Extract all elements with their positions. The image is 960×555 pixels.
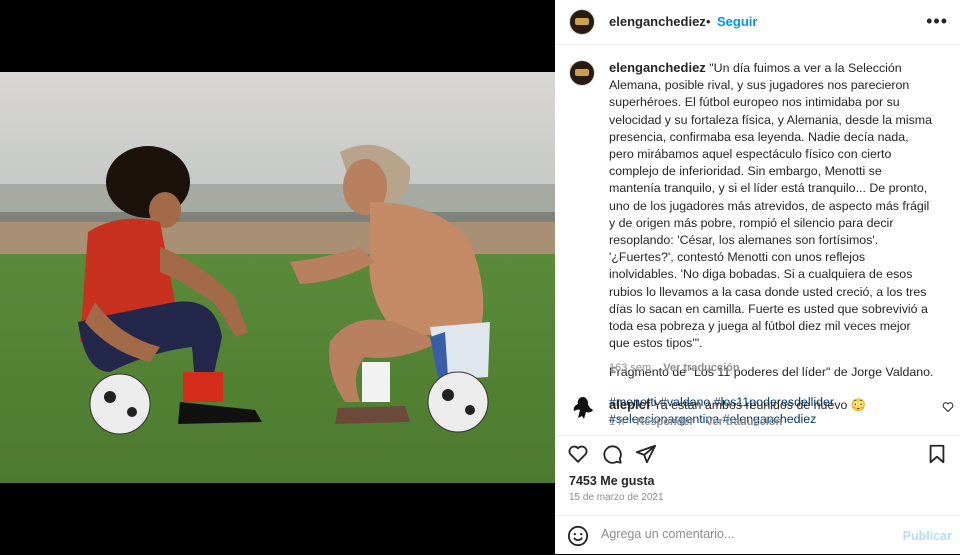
comment-input[interactable]	[599, 526, 893, 542]
comment-icon[interactable]	[601, 443, 623, 465]
author-username[interactable]: elenganchediez	[609, 14, 706, 29]
caption: elenganchediez "Un día fuimos a ver a la…	[609, 59, 934, 435]
caption-age: 163 sem	[609, 362, 652, 374]
caption-username[interactable]: elenganchediez	[609, 60, 706, 75]
reply-button[interactable]: Responder	[636, 416, 693, 428]
comment-translate-button[interactable]: Ver traducción	[706, 416, 782, 428]
comments-area: elenganchediez "Un día fuimos a ver a la…	[555, 45, 960, 435]
caption-text: "Un día fuimos a ver a la Selección Alem…	[609, 61, 932, 351]
comment: aleplcf Ya están ambos reunidos de nuevo…	[609, 397, 866, 413]
post-header: elenganchediez • Seguir •••	[555, 0, 960, 45]
likes-count[interactable]: 7453 Me gusta	[569, 474, 654, 488]
comment-like-icon[interactable]	[942, 401, 954, 413]
post-photo[interactable]	[0, 72, 555, 483]
comment-age: 1 h	[609, 416, 625, 428]
post-date: 15 de marzo de 2021	[569, 492, 664, 503]
more-options-icon[interactable]: •••	[926, 11, 948, 32]
caption-translate-button[interactable]: Ver traducción	[663, 362, 739, 374]
commenter-avatar[interactable]	[569, 394, 597, 422]
commenter-username[interactable]: aleplcf	[609, 397, 650, 412]
share-icon[interactable]	[635, 443, 657, 465]
post-media-pane	[0, 0, 555, 554]
photo-illustration	[0, 72, 555, 483]
comment-text: Ya están ambos reunidos de nuevo 😳	[653, 398, 867, 412]
comment-composer: Publicar	[555, 515, 960, 555]
comment-meta: 1 h Responder Ver traducción	[609, 416, 782, 428]
like-icon[interactable]	[567, 443, 589, 465]
avatar[interactable]	[569, 9, 595, 35]
save-icon[interactable]	[926, 443, 948, 465]
caption-meta: 163 sem Ver traducción	[609, 362, 740, 374]
follow-button[interactable]: Seguir	[717, 14, 757, 29]
separator-dot: •	[706, 14, 711, 29]
action-bar	[555, 435, 960, 466]
publish-button[interactable]: Publicar	[903, 529, 952, 543]
post-sidebar: elenganchediez • Seguir ••• elenganchedi…	[555, 0, 960, 554]
emoji-icon[interactable]	[567, 525, 589, 547]
caption-avatar[interactable]	[569, 60, 595, 86]
